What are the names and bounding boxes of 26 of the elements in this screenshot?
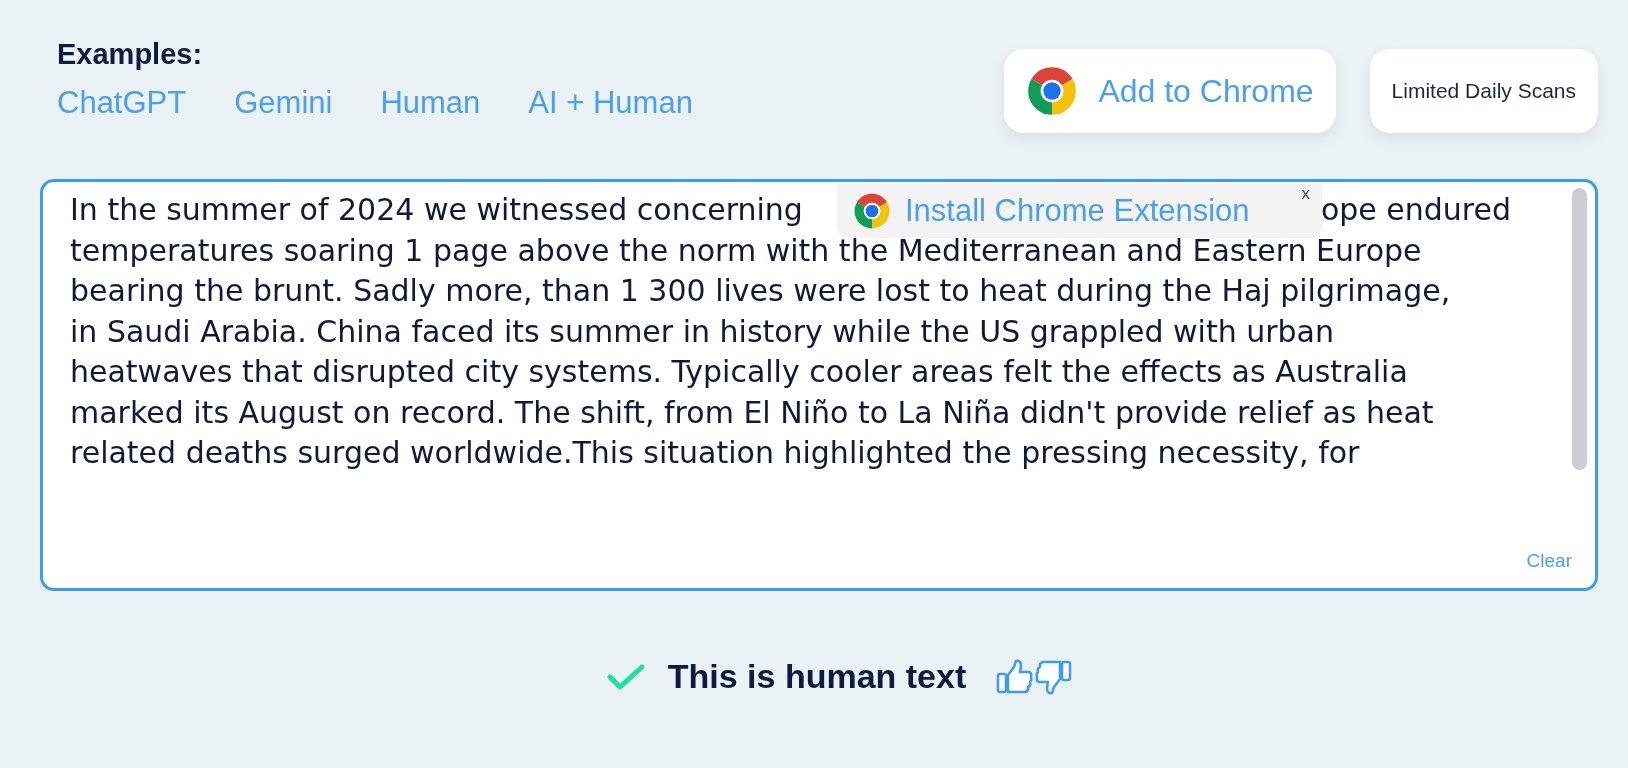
- limited-daily-scans-button[interactable]: Limited Daily Scans: [1369, 49, 1598, 133]
- result-text: This is human text: [667, 657, 967, 696]
- add-to-chrome-button[interactable]: Add to Chrome: [1004, 49, 1336, 133]
- example-link[interactable]: AI + Human: [528, 85, 693, 121]
- example-link[interactable]: Human: [380, 85, 481, 121]
- text-line: temperatures soaring 1 page above the norm with the Mediterranean and Eastern Europe: [70, 232, 1422, 268]
- thumbs-down-icon[interactable]: [1034, 658, 1073, 695]
- text-line: related deaths surged worldwide.This situation highlighted the pressing necessity, for: [70, 435, 1360, 470]
- install-extension-link[interactable]: Install Chrome Extension: [837, 192, 1250, 230]
- example-link[interactable]: ChatGPT: [57, 85, 187, 121]
- text-line: in Saudi Arabia. China faced its summer in history while the US grappled with urban: [70, 313, 1334, 349]
- examples-heading: Examples:: [57, 38, 204, 71]
- clear-link[interactable]: Clear: [1526, 550, 1572, 572]
- text-line: heatwaves that disrupted city systems. Typically cooler areas felt the effects as Australia: [70, 354, 1408, 389]
- text-line: marked its August on record. The shift, from El Niño to La Niña didn't provide relief as heat: [70, 394, 1434, 430]
- example-link[interactable]: Gemini: [234, 85, 333, 121]
- text-line: In the summer of 2024 we witnessed concerning: [70, 191, 803, 229]
- chrome-logo-icon: [1026, 65, 1079, 117]
- close-button[interactable]: x: [1299, 184, 1312, 204]
- text-line: bearing the brunt. Sadly more, than 1 300 lives were lost to heat during the Haj pilgrimage,: [70, 273, 1451, 308]
- chrome-logo-icon: [853, 192, 891, 230]
- scrollbar[interactable]: [1572, 188, 1587, 470]
- text-input-area[interactable]: [40, 179, 1598, 591]
- text-line: ope endured: [1320, 191, 1511, 229]
- check-icon: [605, 661, 646, 692]
- thumbs-up-icon[interactable]: [996, 658, 1035, 695]
